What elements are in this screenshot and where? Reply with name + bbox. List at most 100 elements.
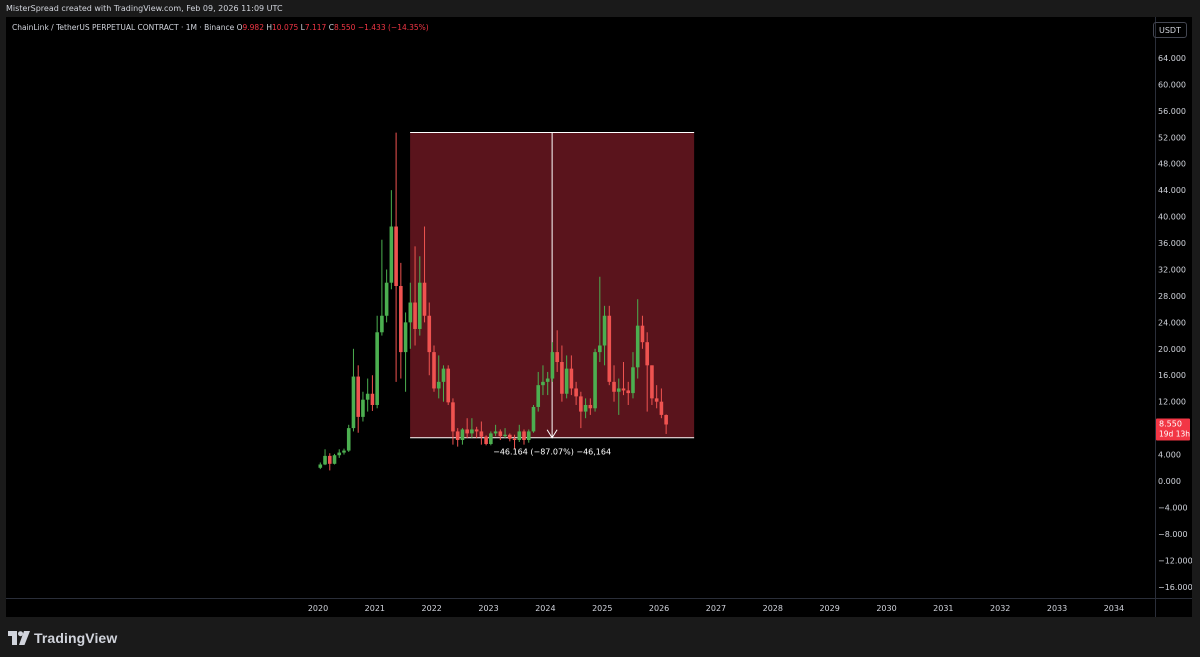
candle-body xyxy=(645,342,649,366)
tradingview-logo-icon xyxy=(8,631,30,645)
x-tick-label: 2026 xyxy=(649,604,669,613)
candle-body xyxy=(365,393,370,400)
candle-body xyxy=(465,429,469,434)
candle-body xyxy=(569,368,574,389)
price-chart[interactable]: −46.164 (−87.07%) −46,164 64.000 60.000 56.… xyxy=(6,17,1192,617)
candle-body xyxy=(455,431,460,441)
y-tick-label: 64.000 xyxy=(1158,54,1186,63)
y-tick-label: 56.000 xyxy=(1158,107,1186,116)
x-tick-label: 2034 xyxy=(1104,604,1124,613)
candle-body xyxy=(479,431,484,437)
candle-body xyxy=(598,345,602,353)
x-tick-label: 2030 xyxy=(876,604,896,613)
footer: TradingView xyxy=(0,620,1200,657)
low-value: 7.117 xyxy=(304,23,327,32)
candle-body xyxy=(489,433,493,444)
candle-body xyxy=(522,431,526,441)
currency-button[interactable]: USDT xyxy=(1153,22,1187,38)
candle-body xyxy=(318,464,323,468)
candle-body xyxy=(389,226,394,283)
candle-body xyxy=(436,381,441,389)
candle-body xyxy=(503,434,507,437)
candle-body xyxy=(332,455,337,464)
symbol-title: ChainLink / TetherUS PERPETUAL CONTRACT … xyxy=(12,23,235,32)
candle-body xyxy=(413,302,417,329)
candle-body xyxy=(337,452,342,456)
time-scale-separator xyxy=(6,598,1192,599)
candle-body xyxy=(342,450,346,453)
candle-body xyxy=(417,282,422,329)
candle-body xyxy=(631,367,635,394)
candle-body xyxy=(370,393,375,405)
change-value: −1.433 (−14.35%) xyxy=(357,23,429,32)
candle-body xyxy=(427,315,432,353)
candle-body xyxy=(536,385,541,407)
candle-body xyxy=(432,352,436,389)
y-tick-label: 36.000 xyxy=(1158,239,1186,248)
candle-body xyxy=(512,438,517,441)
candle-body xyxy=(664,415,668,425)
candle-body xyxy=(323,455,327,465)
y-tick-label: 28.000 xyxy=(1158,292,1186,301)
candle-body xyxy=(526,431,531,441)
bar-countdown: 19d 13h xyxy=(1159,429,1190,438)
y-tick-label: 32.000 xyxy=(1158,265,1186,274)
x-tick-label: 2020 xyxy=(308,604,328,613)
chart-frame: MisterSpread created with TradingView.co… xyxy=(0,0,1200,657)
x-tick-label: 2031 xyxy=(933,604,953,613)
x-tick-label: 2025 xyxy=(592,604,612,613)
close-value: 8.550 xyxy=(333,23,356,32)
tradingview-brand: TradingView xyxy=(34,630,118,646)
x-tick-label: 2021 xyxy=(365,604,385,613)
y-tick-label: −4.000 xyxy=(1158,503,1188,512)
candle-body xyxy=(621,388,626,391)
y-tick-label: 44.000 xyxy=(1158,186,1186,195)
candle-body xyxy=(531,406,536,432)
candle-body xyxy=(564,368,569,394)
candle-body xyxy=(484,436,488,444)
candle-body xyxy=(327,455,332,464)
candle-body xyxy=(399,286,403,353)
candle-body xyxy=(517,431,522,441)
x-tick-label: 2028 xyxy=(763,604,783,613)
candle-body xyxy=(408,302,413,323)
candle-body xyxy=(470,429,474,434)
y-tick-label: 60.000 xyxy=(1158,80,1186,89)
candle-body xyxy=(654,398,659,402)
candle-body xyxy=(616,388,621,392)
candle-body xyxy=(659,401,664,415)
last-price-value: 8.550 xyxy=(1159,419,1182,428)
open-value: 9.982 xyxy=(242,23,264,32)
symbol-legend[interactable]: ChainLink / TetherUS PERPETUAL CONTRACT … xyxy=(12,23,429,32)
y-tick-label: −8.000 xyxy=(1158,530,1188,539)
y-tick-label: 52.000 xyxy=(1158,133,1186,142)
y-tick-label: 4.000 xyxy=(1158,451,1181,460)
candle-body xyxy=(640,325,645,343)
y-tick-label: 0.000 xyxy=(1158,477,1181,486)
candle-body xyxy=(555,352,559,363)
candle-body xyxy=(375,332,379,405)
price-scale-separator xyxy=(1155,17,1156,617)
candle-body xyxy=(635,325,640,368)
candle-body xyxy=(422,282,427,316)
y-tick-label: −16.000 xyxy=(1158,583,1192,592)
candle-body xyxy=(650,365,654,399)
candle-body xyxy=(451,402,455,432)
candle-body xyxy=(356,376,360,417)
measure-label: −46.164 (−87.07%) −46,164 xyxy=(493,448,611,457)
tradingview-logo[interactable]: TradingView xyxy=(8,630,117,646)
y-tick-label: 40.000 xyxy=(1158,213,1186,222)
candle-body xyxy=(498,431,503,437)
chart-pane[interactable]: −46.164 (−87.07%) −46,164 64.000 60.000 56.… xyxy=(6,17,1192,617)
candle-body xyxy=(460,429,465,441)
candle-body xyxy=(441,368,446,382)
y-tick-label: −12.000 xyxy=(1158,556,1192,565)
candle-body xyxy=(588,404,593,409)
candle-body xyxy=(541,381,545,386)
y-tick-label: 16.000 xyxy=(1158,371,1186,380)
high-value: 10.075 xyxy=(272,23,299,32)
candle-body xyxy=(593,352,597,409)
x-tick-label: 2024 xyxy=(535,604,555,613)
candle-body xyxy=(380,315,384,333)
candle-body xyxy=(493,431,498,434)
